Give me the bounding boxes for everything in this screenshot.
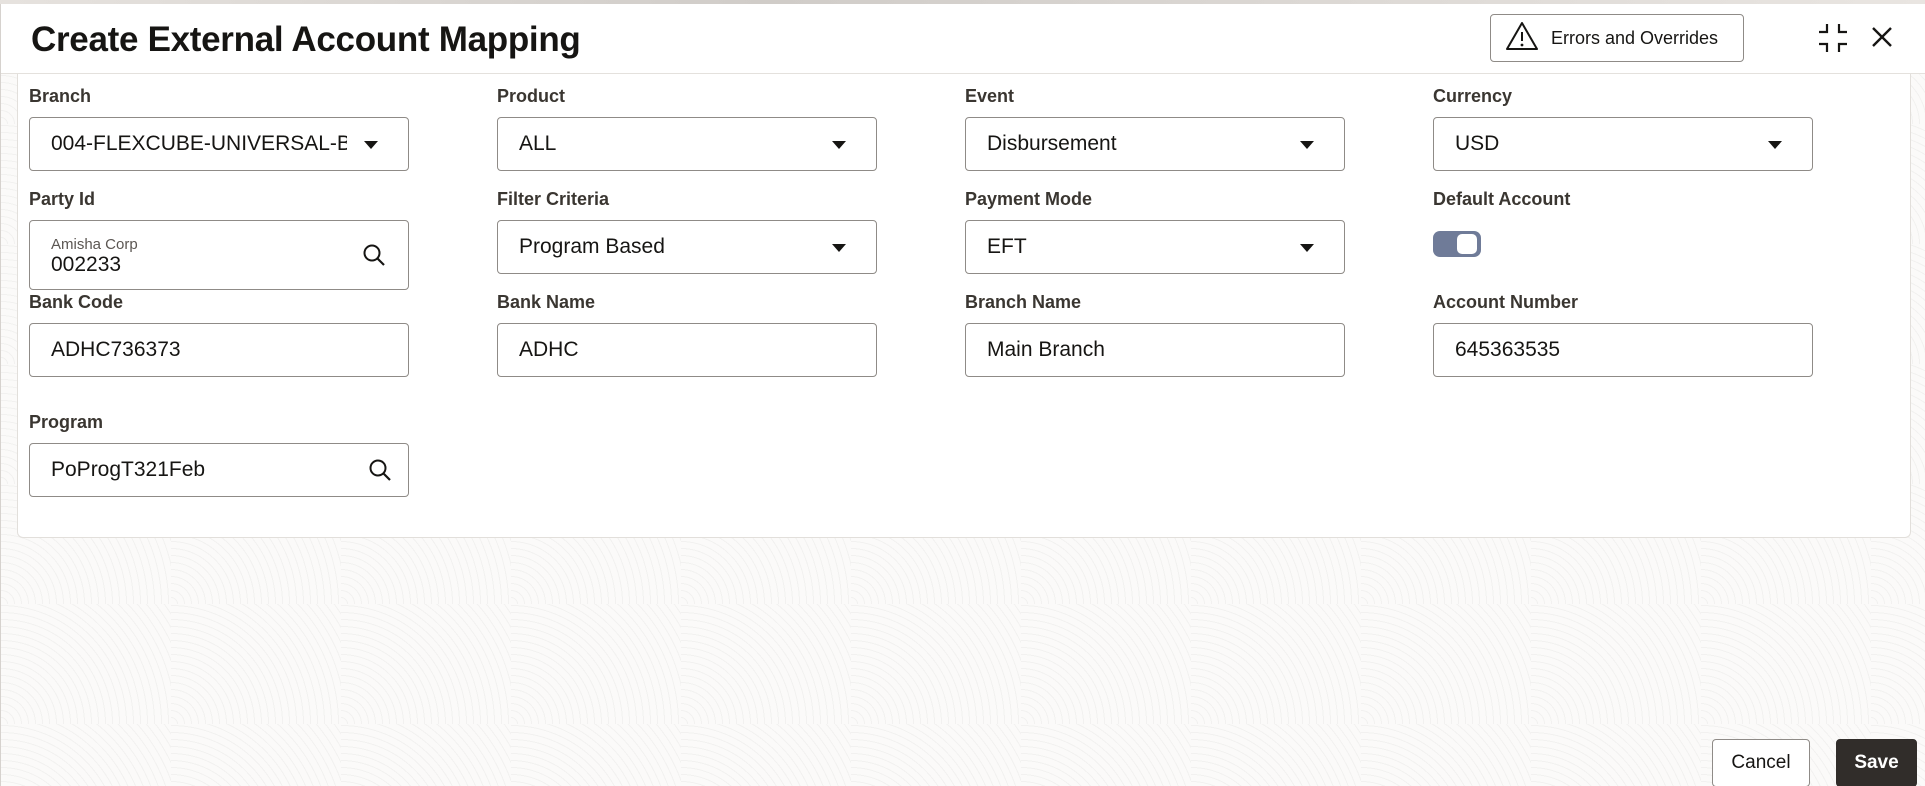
branch-name-input[interactable]: Main Branch: [965, 323, 1345, 377]
close-icon[interactable]: [1869, 24, 1895, 55]
event-value: Disbursement: [987, 132, 1117, 155]
branch-name-value: Main Branch: [987, 338, 1105, 361]
search-icon[interactable]: [362, 243, 386, 273]
errors-and-overrides-label: Errors and Overrides: [1551, 27, 1719, 48]
chevron-down-icon: [832, 244, 846, 252]
chevron-down-icon: [832, 141, 846, 149]
bank-code-value: ADHC736373: [51, 338, 181, 361]
dialog-header: Create External Account Mapping Errors a…: [1, 4, 1925, 74]
bank-name-value: ADHC: [519, 338, 579, 361]
form-panel: Branch 004-FLEXCUBE-UNIVERSAL-B Product …: [17, 74, 1911, 538]
default-account-label: Default Account: [1433, 189, 1571, 209]
default-account-toggle[interactable]: [1433, 231, 1481, 257]
party-id-label: Party Id: [29, 189, 96, 209]
chevron-down-icon: [364, 141, 378, 149]
party-id-field[interactable]: Amisha Corp 002233: [29, 220, 409, 290]
branch-select[interactable]: 004-FLEXCUBE-UNIVERSAL-B: [29, 117, 409, 171]
party-id-value: 002233: [51, 254, 122, 276]
page-title: Create External Account Mapping: [31, 20, 581, 59]
product-select[interactable]: ALL: [497, 117, 877, 171]
account-number-label: Account Number: [1433, 292, 1579, 312]
filter-criteria-label: Filter Criteria: [497, 189, 610, 209]
toggle-knob: [1457, 234, 1477, 254]
payment-mode-value: EFT: [987, 235, 1027, 258]
program-value: PoProgT321Feb: [51, 458, 206, 481]
filter-criteria-value: Program Based: [519, 235, 665, 258]
product-value: ALL: [519, 132, 557, 155]
bank-code-input[interactable]: ADHC736373: [29, 323, 409, 377]
program-input[interactable]: PoProgT321Feb: [29, 443, 409, 497]
payment-mode-select[interactable]: EFT: [965, 220, 1345, 274]
event-select[interactable]: Disbursement: [965, 117, 1345, 171]
filter-criteria-select[interactable]: Program Based: [497, 220, 877, 274]
currency-value: USD: [1455, 132, 1500, 155]
collapse-icon[interactable]: [1817, 22, 1849, 59]
payment-mode-label: Payment Mode: [965, 189, 1093, 209]
product-label: Product: [497, 86, 566, 106]
warning-icon: [1505, 21, 1539, 56]
cancel-button[interactable]: Cancel: [1712, 739, 1810, 786]
bank-name-label: Bank Name: [497, 292, 596, 312]
branch-value: 004-FLEXCUBE-UNIVERSAL-B: [51, 132, 347, 155]
bank-name-input[interactable]: ADHC: [497, 323, 877, 377]
program-label: Program: [29, 412, 104, 432]
search-icon[interactable]: [368, 458, 392, 488]
chevron-down-icon: [1300, 244, 1314, 252]
create-external-account-mapping-dialog: Create External Account Mapping Errors a…: [0, 4, 1925, 786]
party-name: Amisha Corp: [51, 236, 138, 253]
branch-name-label: Branch Name: [965, 292, 1082, 312]
account-number-input[interactable]: 645363535: [1433, 323, 1813, 377]
save-button[interactable]: Save: [1836, 739, 1917, 786]
currency-select[interactable]: USD: [1433, 117, 1813, 171]
account-number-value: 645363535: [1455, 338, 1561, 361]
chevron-down-icon: [1768, 141, 1782, 149]
event-label: Event: [965, 86, 1015, 106]
currency-label: Currency: [1433, 86, 1513, 106]
chevron-down-icon: [1300, 141, 1314, 149]
bank-code-label: Bank Code: [29, 292, 124, 312]
branch-label: Branch: [29, 86, 92, 106]
errors-and-overrides-button[interactable]: Errors and Overrides: [1490, 14, 1744, 62]
